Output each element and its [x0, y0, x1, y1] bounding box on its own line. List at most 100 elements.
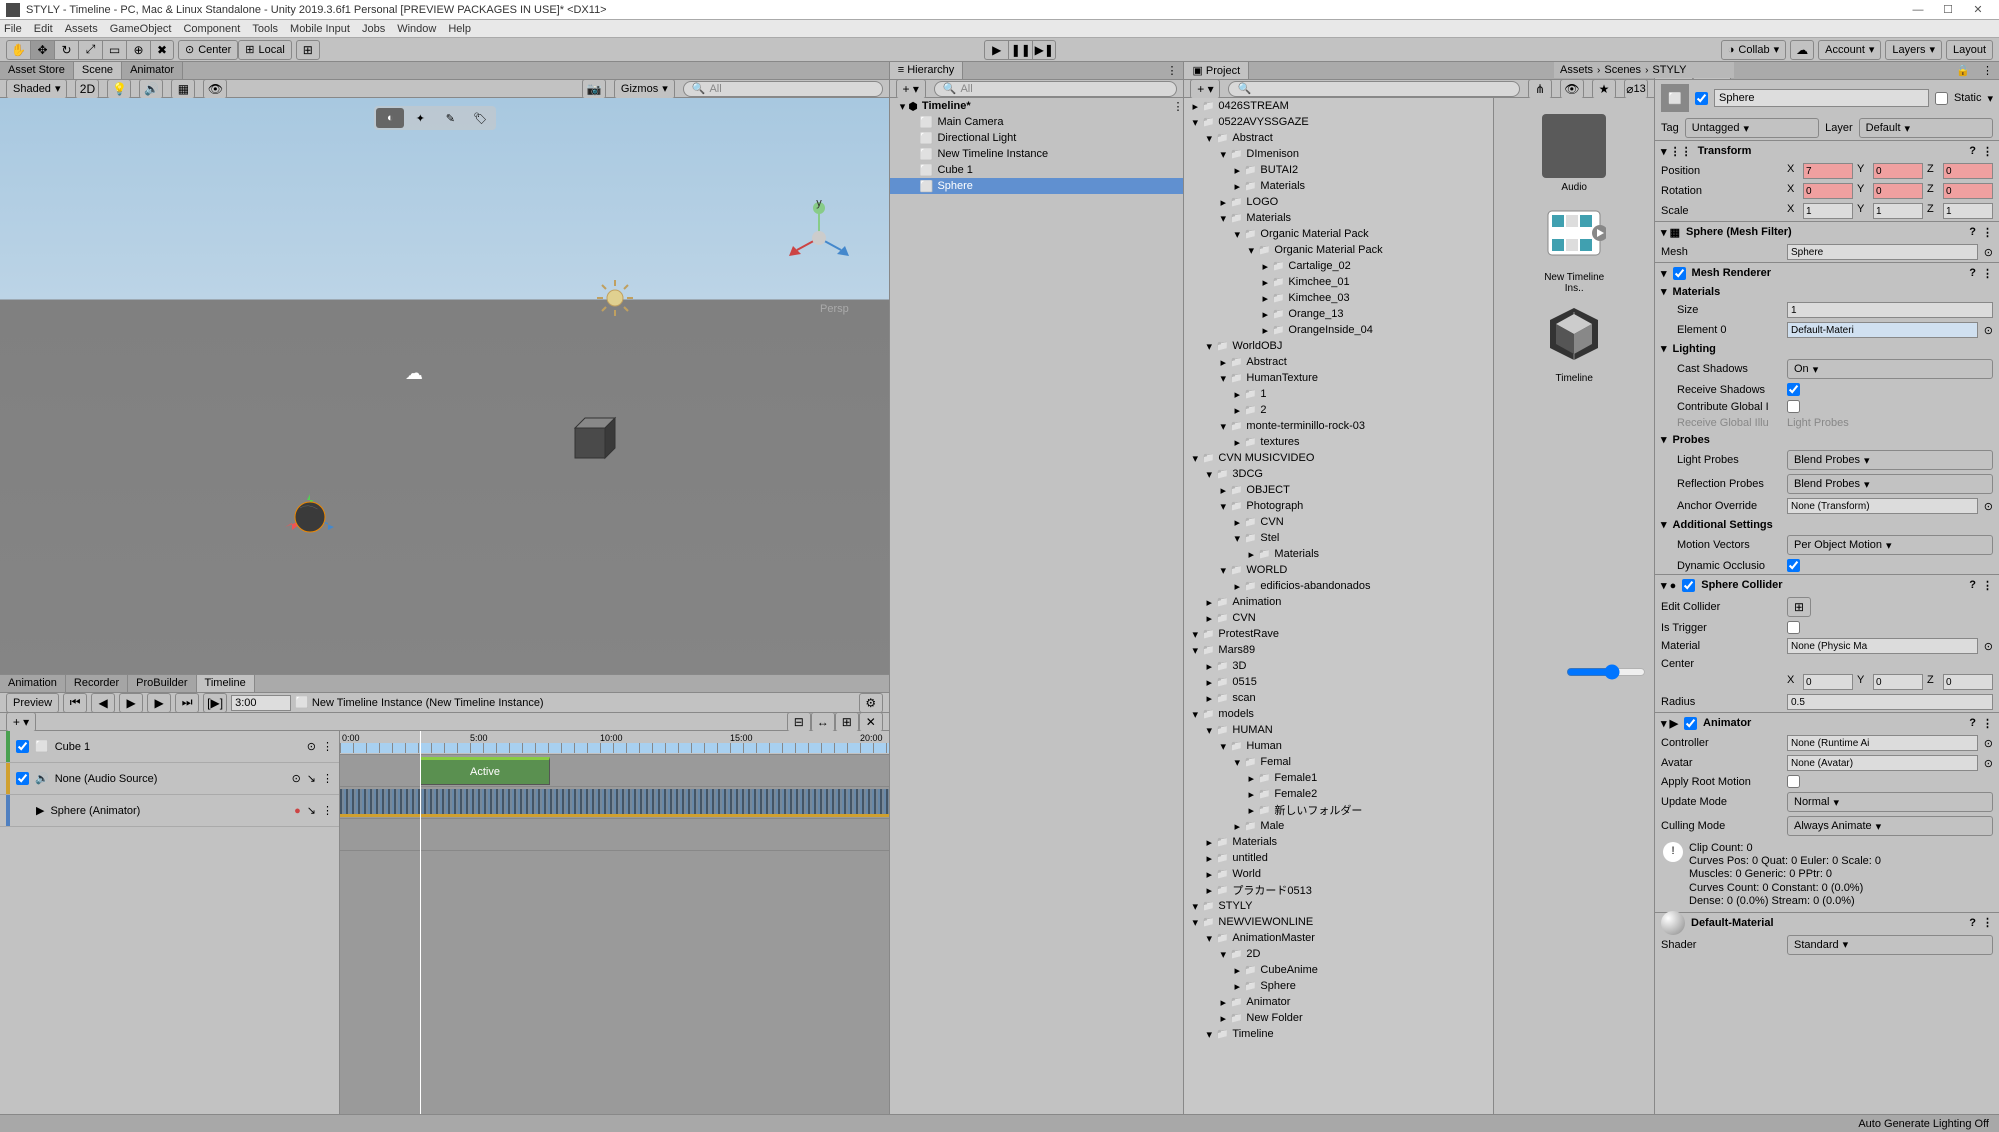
menu-file[interactable]: File	[4, 23, 22, 35]
rot-y[interactable]	[1873, 183, 1923, 199]
shader-dropdown[interactable]: Standard ▾	[1787, 935, 1993, 955]
dynamic-occlusion-toggle[interactable]	[1787, 559, 1800, 572]
play-button[interactable]: ▶	[984, 40, 1008, 60]
project-folder-item[interactable]: ▾ 0522AVYSSGAZE	[1184, 114, 1493, 130]
shading-dropdown[interactable]: Shaded ▾	[6, 79, 67, 99]
project-folder-item[interactable]: ▸ Sphere	[1184, 978, 1493, 994]
tool-icon-3[interactable]: 🏷	[466, 108, 494, 128]
rot-x[interactable]	[1803, 183, 1853, 199]
cloud-button[interactable]: ☁	[1790, 40, 1814, 60]
static-toggle[interactable]	[1935, 92, 1948, 105]
menu-jobs[interactable]: Jobs	[362, 23, 385, 35]
tab-hierarchy[interactable]: ≡ Hierarchy	[890, 62, 964, 79]
edit-collider-button[interactable]: ⊞	[1787, 597, 1811, 617]
project-folder-item[interactable]: ▸ Animation	[1184, 594, 1493, 610]
tl-edit-mode-1[interactable]: ⊟	[787, 712, 811, 732]
tl-row-cube[interactable]: Active	[340, 755, 889, 787]
mesh-field[interactable]	[1787, 244, 1978, 260]
project-breadcrumb[interactable]: Assets › Scenes › STYLY	[1554, 62, 1734, 78]
track-cube[interactable]: ⬜ Cube 1 ⊙⋮	[0, 731, 339, 763]
update-mode-dropdown[interactable]: Normal ▾	[1787, 792, 1993, 812]
hierarchy-root[interactable]: ▾ ⬢ Timeline*⋮	[890, 98, 1184, 114]
asset-thumb[interactable]: Timeline	[1534, 302, 1614, 384]
project-folder-item[interactable]: ▸ BUTAI2	[1184, 162, 1493, 178]
project-folder-item[interactable]: ▸ scan	[1184, 690, 1493, 706]
pivot-center[interactable]: ⊙ Center	[178, 40, 238, 60]
gameobject-active-toggle[interactable]	[1695, 92, 1708, 105]
project-folder-item[interactable]: ▸ edificios-abandonados	[1184, 578, 1493, 594]
project-create[interactable]: + ▾	[1190, 79, 1220, 99]
project-folder-item[interactable]: ▾ Photograph	[1184, 498, 1493, 514]
project-folder-item[interactable]: ▸ Orange_13	[1184, 306, 1493, 322]
rotate-tool[interactable]: ↻	[54, 40, 78, 60]
project-folder-item[interactable]: ▸ Materials	[1184, 178, 1493, 194]
project-folder-item[interactable]: ▾ STYLY	[1184, 898, 1493, 914]
lock-icon[interactable]: 🔒	[1950, 62, 1976, 79]
tl-play[interactable]: ▶	[119, 693, 143, 713]
hierarchy-item-selected[interactable]: ⬜ Sphere	[890, 178, 1184, 194]
track-menu-icon[interactable]: ⋮	[322, 804, 333, 817]
hierarchy-item[interactable]: ⬜ Cube 1	[890, 162, 1184, 178]
pos-x[interactable]	[1803, 163, 1853, 179]
menu-edit[interactable]: Edit	[34, 23, 53, 35]
fx-toggle[interactable]: ▦	[171, 79, 195, 99]
project-search[interactable]: 🔍	[1228, 81, 1520, 97]
project-folder-item[interactable]: ▾ HUMAN	[1184, 722, 1493, 738]
track-menu-icon[interactable]: ⋮	[322, 740, 333, 753]
thumb-size-slider[interactable]	[1566, 664, 1646, 680]
project-folder-item[interactable]: ▾ ProtestRave	[1184, 626, 1493, 642]
track-cube-toggle[interactable]	[16, 740, 29, 753]
pause-button[interactable]: ❚❚	[1008, 40, 1032, 60]
snap-toggle[interactable]: ⊞	[296, 40, 320, 60]
scale-y[interactable]	[1873, 203, 1923, 219]
track-target-icon[interactable]: ⊙	[307, 740, 316, 753]
project-folder-item[interactable]: ▾ NEWVIEWONLINE	[1184, 914, 1493, 930]
project-folder-item[interactable]: ▾ Femal	[1184, 754, 1493, 770]
help-icon[interactable]: ?	[1969, 145, 1976, 157]
hierarchy-item[interactable]: ⬜ Main Camera	[890, 114, 1184, 130]
tl-prev[interactable]: ◀	[91, 693, 115, 713]
motion-vectors-dropdown[interactable]: Per Object Motion ▾	[1787, 535, 1993, 555]
project-folder-item[interactable]: ▾ WORLD	[1184, 562, 1493, 578]
menu-gameobject[interactable]: GameObject	[110, 23, 172, 35]
save-icon[interactable]: ★	[1592, 79, 1616, 99]
menu-assets[interactable]: Assets	[65, 23, 98, 35]
account-dropdown[interactable]: Account ▾	[1818, 40, 1881, 60]
project-folder-item[interactable]: ▸ Male	[1184, 818, 1493, 834]
custom-tool[interactable]: ✖	[150, 40, 174, 60]
project-folder-item[interactable]: ▾ Timeline	[1184, 1026, 1493, 1042]
project-folder-item[interactable]: ▸ OrangeInside_04	[1184, 322, 1493, 338]
tab-recorder[interactable]: Recorder	[66, 675, 128, 692]
anchor-override-field[interactable]	[1787, 498, 1978, 514]
tag-dropdown[interactable]: Untagged▾	[1685, 118, 1819, 138]
project-folder-item[interactable]: ▸ World	[1184, 866, 1493, 882]
2d-toggle[interactable]: 2D	[75, 79, 99, 99]
hierarchy-search[interactable]: 🔍 All	[934, 81, 1178, 97]
tl-last[interactable]: ⏭	[175, 693, 199, 713]
tl-edit-mode-3[interactable]: ⊞	[835, 712, 859, 732]
record-icon[interactable]: ●	[294, 805, 301, 817]
track-audio-toggle[interactable]	[16, 772, 29, 785]
tl-edit-mode-2[interactable]: ↔	[811, 712, 835, 732]
hidden-toggle[interactable]: 👁	[203, 79, 227, 99]
close-button[interactable]: ✕	[1963, 3, 1993, 16]
project-folder-item[interactable]: ▸ untitled	[1184, 850, 1493, 866]
radius-field[interactable]	[1787, 694, 1993, 710]
materials-size[interactable]	[1787, 302, 1993, 318]
material-element0[interactable]	[1787, 322, 1978, 338]
project-folder-item[interactable]: ▾ models	[1184, 706, 1493, 722]
project-folder-item[interactable]: ▸ 0426STREAM	[1184, 98, 1493, 114]
layout-dropdown[interactable]: Layout	[1946, 40, 1993, 60]
track-target-icon[interactable]: ⊙	[292, 772, 301, 785]
menu-component[interactable]: Component	[183, 23, 240, 35]
project-folder-item[interactable]: ▾ Mars89	[1184, 642, 1493, 658]
tl-first[interactable]: ⏮	[63, 693, 87, 713]
hierarchy-item[interactable]: ⬜ New Timeline Instance	[890, 146, 1184, 162]
project-folder-item[interactable]: ▸ 3D	[1184, 658, 1493, 674]
project-folder-item[interactable]: ▾ AnimationMaster	[1184, 930, 1493, 946]
tl-add-track[interactable]: + ▾	[6, 712, 36, 732]
project-folder-item[interactable]: ▾ 3DCG	[1184, 466, 1493, 482]
tab-animation[interactable]: Animation	[0, 675, 66, 692]
project-folder-item[interactable]: ▾ 2D	[1184, 946, 1493, 962]
track-sphere[interactable]: ▶ Sphere (Animator) ●↘⋮	[0, 795, 339, 827]
